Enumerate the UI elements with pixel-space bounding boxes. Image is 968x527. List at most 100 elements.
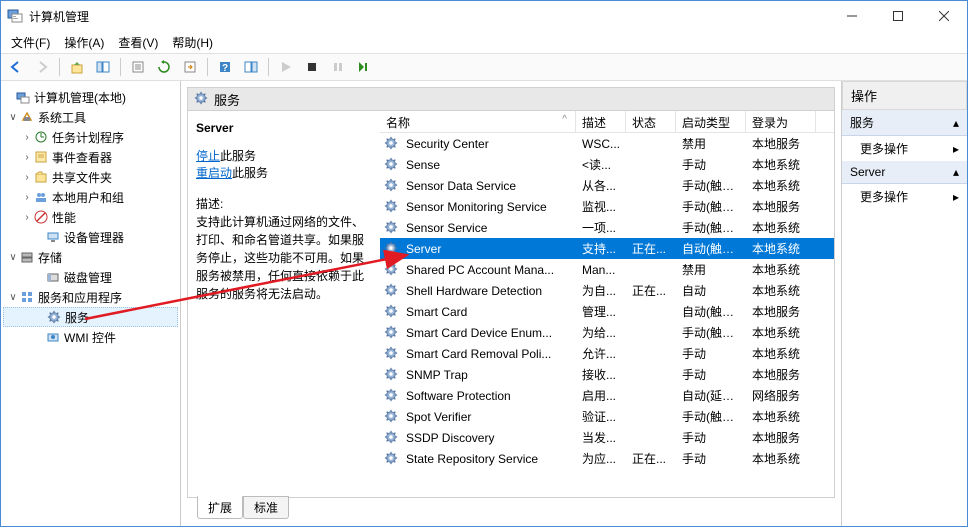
- col-startup[interactable]: 启动类型: [676, 111, 746, 132]
- service-row[interactable]: SNMP Trap接收...手动本地服务: [380, 364, 834, 385]
- service-row[interactable]: State Repository Service为应...正在...手动本地系统: [380, 448, 834, 469]
- gear-icon: [384, 220, 400, 236]
- col-name[interactable]: 名称: [380, 111, 576, 132]
- description-panel: Server 停止此服务 重启动此服务 描述: 支持此计算机通过网络的文件、打印…: [188, 111, 380, 497]
- gear-icon: [46, 309, 62, 325]
- tree-performance[interactable]: ›性能: [3, 207, 178, 227]
- cell-startup: 手动(触发...: [676, 219, 746, 236]
- gear-icon: [384, 283, 400, 299]
- bottom-tabs: 扩展 标准: [187, 498, 835, 520]
- selected-service-name: Server: [196, 121, 372, 135]
- cell-logon: 本地服务: [746, 303, 816, 320]
- menubar: 文件(F) 操作(A) 查看(V) 帮助(H): [1, 31, 967, 53]
- stop-service-button[interactable]: [301, 56, 323, 78]
- cell-startup: 手动(触发...: [676, 198, 746, 215]
- cell-desc: WSC...: [576, 137, 626, 151]
- cell-name: Sensor Service: [400, 221, 576, 235]
- menu-help[interactable]: 帮助(H): [166, 32, 219, 53]
- service-row[interactable]: Smart Card Device Enum...为给...手动(触发...本地…: [380, 322, 834, 343]
- service-row[interactable]: Sensor Service一项...手动(触发...本地系统: [380, 217, 834, 238]
- action-more-services[interactable]: 更多操作▸: [842, 136, 967, 161]
- desc-text: 支持此计算机通过网络的文件、打印、和命名管道共享。如果服务停止，这些功能不可用。…: [196, 213, 372, 303]
- restart-service-button[interactable]: [353, 56, 375, 78]
- cell-startup: 自动(触发...: [676, 240, 746, 257]
- gear-icon: [384, 430, 400, 446]
- tree-storage[interactable]: ∨存储: [3, 247, 178, 267]
- service-row[interactable]: Security CenterWSC...禁用本地服务: [380, 133, 834, 154]
- up-button[interactable]: [66, 56, 88, 78]
- cell-startup: 手动(触发...: [676, 177, 746, 194]
- cell-desc: 一项...: [576, 219, 626, 236]
- service-row[interactable]: Sensor Monitoring Service监视...手动(触发...本地…: [380, 196, 834, 217]
- action-more-server[interactable]: 更多操作▸: [842, 184, 967, 209]
- tab-standard[interactable]: 标准: [243, 496, 289, 519]
- cell-name: Software Protection: [400, 389, 576, 403]
- tree-systools[interactable]: ∨系统工具: [3, 107, 178, 127]
- center-pane: 服务 Server 停止此服务 重启动此服务 描述: 支持此计算机通过网络的文件…: [181, 81, 842, 526]
- service-row[interactable]: Shared PC Account Mana...Man...禁用本地系统: [380, 259, 834, 280]
- menu-file[interactable]: 文件(F): [5, 32, 56, 53]
- back-button[interactable]: [5, 56, 27, 78]
- close-button[interactable]: [921, 1, 967, 31]
- services-list[interactable]: 名称 描述 状态 启动类型 登录为 Security CenterWSC...禁…: [380, 111, 834, 497]
- cell-name: Smart Card Removal Poli...: [400, 347, 576, 361]
- cell-startup: 手动: [676, 366, 746, 383]
- tab-extended[interactable]: 扩展: [197, 496, 243, 519]
- col-logon[interactable]: 登录为: [746, 111, 816, 132]
- service-row[interactable]: Sensor Data Service从各...手动(触发...本地系统: [380, 175, 834, 196]
- service-row[interactable]: Server支持...正在...自动(触发...本地系统: [380, 238, 834, 259]
- tree-services[interactable]: 服务: [3, 307, 178, 327]
- cell-startup: 禁用: [676, 135, 746, 152]
- gear-icon: [384, 388, 400, 404]
- forward-button[interactable]: [31, 56, 53, 78]
- cell-status: 正在...: [626, 450, 676, 467]
- cell-name: Sensor Monitoring Service: [400, 200, 576, 214]
- pause-service-button[interactable]: [327, 56, 349, 78]
- cell-startup: 手动: [676, 429, 746, 446]
- action-group-services[interactable]: 服务▴: [842, 110, 967, 136]
- chevron-right-icon: ▸: [953, 142, 959, 156]
- start-service-button[interactable]: [275, 56, 297, 78]
- action-group-server[interactable]: Server▴: [842, 161, 967, 184]
- cell-desc: Man...: [576, 263, 626, 277]
- tree-localusers[interactable]: ›本地用户和组: [3, 187, 178, 207]
- cell-name: Server: [400, 242, 576, 256]
- action-pane: 操作 服务▴ 更多操作▸ Server▴ 更多操作▸: [842, 81, 967, 526]
- tree-wmi[interactable]: WMI 控件: [3, 327, 178, 347]
- tree-svcapps[interactable]: ∨服务和应用程序: [3, 287, 178, 307]
- cell-name: Smart Card: [400, 305, 576, 319]
- show-hide-tree-button[interactable]: [92, 56, 114, 78]
- export-button[interactable]: [179, 56, 201, 78]
- col-status[interactable]: 状态: [626, 111, 676, 132]
- tree-pane[interactable]: 计算机管理(本地) ∨系统工具 ›任务计划程序 ›事件查看器 ›共享文件夹 ›本…: [1, 81, 181, 526]
- tree-devmgr[interactable]: 设备管理器: [3, 227, 178, 247]
- minimize-button[interactable]: [829, 1, 875, 31]
- service-row[interactable]: Smart Card管理...自动(触发...本地服务: [380, 301, 834, 322]
- tree-scheduler[interactable]: ›任务计划程序: [3, 127, 178, 147]
- tree-root[interactable]: 计算机管理(本地): [3, 87, 178, 107]
- cell-desc: 当发...: [576, 429, 626, 446]
- cell-name: Shell Hardware Detection: [400, 284, 576, 298]
- properties-button[interactable]: [127, 56, 149, 78]
- service-row[interactable]: SSDP Discovery当发...手动本地服务: [380, 427, 834, 448]
- refresh-button[interactable]: [153, 56, 175, 78]
- action-header: 操作: [842, 81, 967, 110]
- help-button[interactable]: ?: [214, 56, 236, 78]
- cell-logon: 本地服务: [746, 135, 816, 152]
- service-row[interactable]: Spot Verifier验证...手动(触发...本地系统: [380, 406, 834, 427]
- col-desc[interactable]: 描述: [576, 111, 626, 132]
- restart-link[interactable]: 重启动: [196, 166, 232, 180]
- service-row[interactable]: Shell Hardware Detection为自...正在...自动本地系统: [380, 280, 834, 301]
- cell-startup: 手动: [676, 156, 746, 173]
- stop-link[interactable]: 停止: [196, 149, 220, 163]
- menu-action[interactable]: 操作(A): [58, 32, 110, 53]
- service-row[interactable]: Smart Card Removal Poli...允许...手动本地系统: [380, 343, 834, 364]
- show-hide-action-button[interactable]: [240, 56, 262, 78]
- menu-view[interactable]: 查看(V): [112, 32, 164, 53]
- service-row[interactable]: Sense<读...手动本地系统: [380, 154, 834, 175]
- maximize-button[interactable]: [875, 1, 921, 31]
- tree-sharedfolders[interactable]: ›共享文件夹: [3, 167, 178, 187]
- service-row[interactable]: Software Protection启用...自动(延迟...网络服务: [380, 385, 834, 406]
- tree-eventviewer[interactable]: ›事件查看器: [3, 147, 178, 167]
- tree-diskmgmt[interactable]: 磁盘管理: [3, 267, 178, 287]
